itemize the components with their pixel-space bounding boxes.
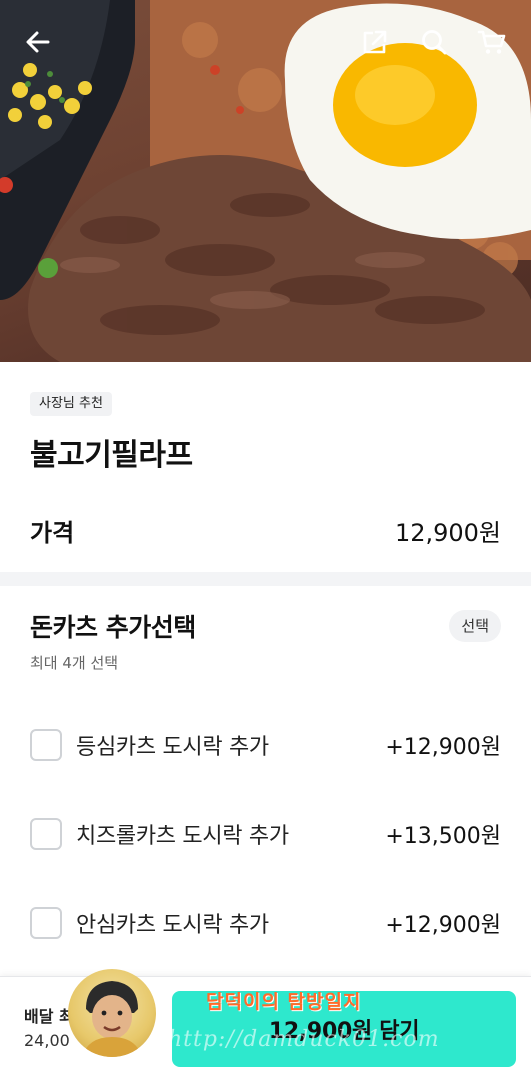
back-button[interactable] xyxy=(18,22,58,62)
watermark-url: http://damduck01.com xyxy=(168,1027,440,1052)
share-icon xyxy=(363,30,387,54)
option-list: 등심카츠 도시락 추가 +12,900원 치즈롤카츠 도시락 추가 +13,50… xyxy=(30,700,501,967)
search-button[interactable] xyxy=(414,22,454,62)
option-item[interactable]: 치즈롤카츠 도시락 추가 +13,500원 xyxy=(30,789,501,878)
owner-recommend-badge: 사장님 추천 xyxy=(30,392,112,416)
option-name: 안심카츠 도시락 추가 xyxy=(76,912,269,938)
option-item[interactable]: 등심카츠 도시락 추가 +12,900원 xyxy=(30,700,501,789)
option-checkbox[interactable] xyxy=(30,817,62,850)
option-price: +12,900원 xyxy=(385,734,501,760)
product-photo xyxy=(0,0,531,362)
cart-icon xyxy=(477,30,506,54)
cartoon-face-icon xyxy=(82,981,142,1057)
option-name: 등심카츠 도시락 추가 xyxy=(76,734,269,760)
min-order-label: 배달 최 xyxy=(24,1007,74,1026)
watermark-title: 담덕이의 탐방일지 xyxy=(206,991,362,1013)
min-order-value: 24,00 xyxy=(24,1031,70,1050)
option-checkbox[interactable] xyxy=(30,906,62,939)
option-group-title: 돈카츠 추가선택 xyxy=(30,613,196,642)
back-arrow-icon xyxy=(26,31,50,53)
option-name: 치즈롤카츠 도시락 추가 xyxy=(76,823,289,849)
optional-pill: 선택 xyxy=(449,610,501,642)
section-divider xyxy=(0,572,531,586)
bottom-order-bar: 배달 최 24,00 12,900원 담기 담덕이의 탐방일지 http://d… xyxy=(0,969,531,1080)
cart-button[interactable] xyxy=(472,22,512,62)
top-app-bar xyxy=(0,0,531,84)
share-button[interactable] xyxy=(355,22,395,62)
watermark-avatar xyxy=(68,969,156,1057)
option-group-subtitle: 최대 4개 선택 xyxy=(30,654,119,672)
option-price: +13,500원 xyxy=(385,823,501,849)
product-name: 불고기필라프 xyxy=(30,438,193,473)
price-value: 12,900원 xyxy=(394,518,501,547)
option-group-header: 돈카츠 추가선택 선택 xyxy=(30,606,501,646)
option-price: +12,900원 xyxy=(385,912,501,938)
option-checkbox[interactable] xyxy=(30,728,62,761)
price-label: 가격 xyxy=(30,518,75,547)
search-icon xyxy=(422,30,447,55)
price-row: 가격 12,900원 xyxy=(30,512,501,548)
option-item[interactable]: 안심카츠 도시락 추가 +12,900원 xyxy=(30,878,501,967)
